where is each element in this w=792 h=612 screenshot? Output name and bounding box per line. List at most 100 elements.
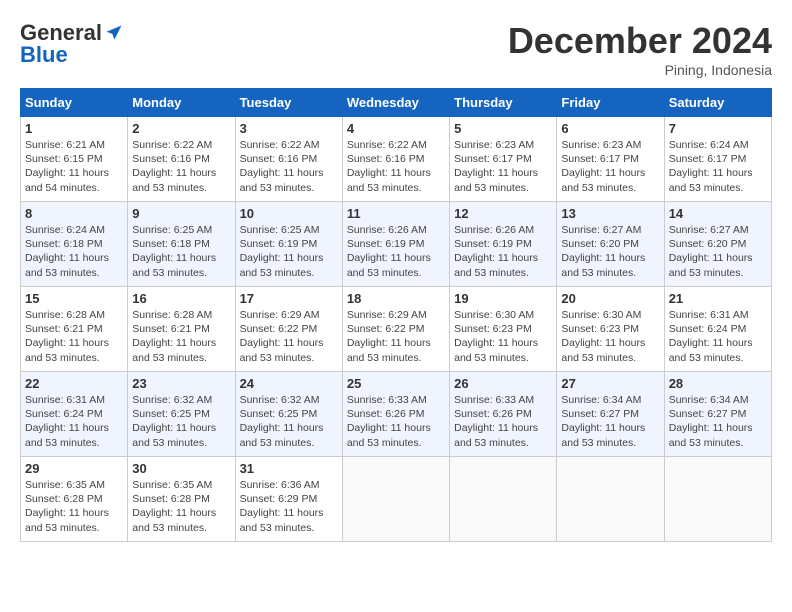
calendar-week-3: 15 Sunrise: 6:28 AMSunset: 6:21 PMDayligh… [21,287,772,372]
calendar-cell [664,457,771,542]
calendar-body: 1 Sunrise: 6:21 AMSunset: 6:15 PMDaylight… [21,117,772,542]
title-block: December 2024 Pining, Indonesia [508,20,772,78]
day-number: 1 [25,121,123,136]
day-detail: Sunrise: 6:28 AMSunset: 6:21 PMDaylight:… [25,308,123,365]
weekday-header-monday: Monday [128,89,235,117]
calendar-cell: 7 Sunrise: 6:24 AMSunset: 6:17 PMDaylight… [664,117,771,202]
day-number: 18 [347,291,445,306]
day-number: 17 [240,291,338,306]
day-number: 9 [132,206,230,221]
calendar-cell: 21 Sunrise: 6:31 AMSunset: 6:24 PMDayligh… [664,287,771,372]
day-detail: Sunrise: 6:22 AMSunset: 6:16 PMDaylight:… [240,138,338,195]
calendar-week-1: 1 Sunrise: 6:21 AMSunset: 6:15 PMDaylight… [21,117,772,202]
day-detail: Sunrise: 6:25 AMSunset: 6:18 PMDaylight:… [132,223,230,280]
calendar-week-5: 29 Sunrise: 6:35 AMSunset: 6:28 PMDayligh… [21,457,772,542]
day-detail: Sunrise: 6:31 AMSunset: 6:24 PMDaylight:… [669,308,767,365]
day-number: 20 [561,291,659,306]
calendar-cell: 25 Sunrise: 6:33 AMSunset: 6:26 PMDayligh… [342,372,449,457]
day-detail: Sunrise: 6:22 AMSunset: 6:16 PMDaylight:… [132,138,230,195]
weekday-header-wednesday: Wednesday [342,89,449,117]
calendar-cell: 4Sunrise: 6:22 AMSunset: 6:16 PMDaylight… [342,117,449,202]
day-number: 25 [347,376,445,391]
calendar-cell: 22Sunrise: 6:31 AMSunset: 6:24 PMDayligh… [21,372,128,457]
calendar-cell: 15 Sunrise: 6:28 AMSunset: 6:21 PMDayligh… [21,287,128,372]
day-detail: Sunrise: 6:36 AMSunset: 6:29 PMDaylight:… [240,478,338,535]
day-detail: Sunrise: 6:26 AMSunset: 6:19 PMDaylight:… [347,223,445,280]
day-detail: Sunrise: 6:26 AMSunset: 6:19 PMDaylight:… [454,223,552,280]
calendar-cell: 30 Sunrise: 6:35 AMSunset: 6:28 PMDayligh… [128,457,235,542]
weekday-header-thursday: Thursday [450,89,557,117]
day-number: 3 [240,121,338,136]
day-detail: Sunrise: 6:23 AMSunset: 6:17 PMDaylight:… [561,138,659,195]
day-detail: Sunrise: 6:32 AMSunset: 6:25 PMDaylight:… [132,393,230,450]
day-detail: Sunrise: 6:24 AMSunset: 6:17 PMDaylight:… [669,138,767,195]
day-detail: Sunrise: 6:23 AMSunset: 6:17 PMDaylight:… [454,138,552,195]
calendar-cell: 16Sunrise: 6:28 AMSunset: 6:21 PMDayligh… [128,287,235,372]
day-number: 7 [669,121,767,136]
day-number: 28 [669,376,767,391]
day-detail: Sunrise: 6:24 AMSunset: 6:18 PMDaylight:… [25,223,123,280]
day-number: 13 [561,206,659,221]
day-number: 30 [132,461,230,476]
logo-bird-icon [104,23,124,43]
day-number: 2 [132,121,230,136]
calendar-cell: 10 Sunrise: 6:25 AMSunset: 6:19 PMDayligh… [235,202,342,287]
day-detail: Sunrise: 6:29 AMSunset: 6:22 PMDaylight:… [347,308,445,365]
calendar-cell: 20Sunrise: 6:30 AMSunset: 6:23 PMDayligh… [557,287,664,372]
calendar-cell: 14 Sunrise: 6:27 AMSunset: 6:20 PMDayligh… [664,202,771,287]
weekday-header-friday: Friday [557,89,664,117]
day-number: 14 [669,206,767,221]
calendar-week-4: 22Sunrise: 6:31 AMSunset: 6:24 PMDayligh… [21,372,772,457]
calendar-cell: 19Sunrise: 6:30 AMSunset: 6:23 PMDayligh… [450,287,557,372]
day-number: 27 [561,376,659,391]
day-number: 15 [25,291,123,306]
calendar-cell: 29 Sunrise: 6:35 AMSunset: 6:28 PMDayligh… [21,457,128,542]
day-detail: Sunrise: 6:25 AMSunset: 6:19 PMDaylight:… [240,223,338,280]
calendar-cell: 1 Sunrise: 6:21 AMSunset: 6:15 PMDaylight… [21,117,128,202]
location: Pining, Indonesia [508,62,772,78]
day-detail: Sunrise: 6:35 AMSunset: 6:28 PMDaylight:… [25,478,123,535]
day-detail: Sunrise: 6:34 AMSunset: 6:27 PMDaylight:… [669,393,767,450]
day-number: 16 [132,291,230,306]
calendar-header-row: SundayMondayTuesdayWednesdayThursdayFrid… [21,89,772,117]
calendar-cell: 17 Sunrise: 6:29 AMSunset: 6:22 PMDayligh… [235,287,342,372]
calendar-cell: 2 Sunrise: 6:22 AMSunset: 6:16 PMDaylight… [128,117,235,202]
calendar-table: SundayMondayTuesdayWednesdayThursdayFrid… [20,88,772,542]
calendar-week-2: 8 Sunrise: 6:24 AMSunset: 6:18 PMDaylight… [21,202,772,287]
day-detail: Sunrise: 6:21 AMSunset: 6:15 PMDaylight:… [25,138,123,195]
calendar-cell: 23 Sunrise: 6:32 AMSunset: 6:25 PMDayligh… [128,372,235,457]
day-number: 10 [240,206,338,221]
day-number: 8 [25,206,123,221]
day-number: 23 [132,376,230,391]
day-detail: Sunrise: 6:31 AMSunset: 6:24 PMDaylight:… [25,393,123,450]
calendar-cell: 5Sunrise: 6:23 AMSunset: 6:17 PMDaylight… [450,117,557,202]
calendar-cell: 24Sunrise: 6:32 AMSunset: 6:25 PMDayligh… [235,372,342,457]
calendar-cell: 8 Sunrise: 6:24 AMSunset: 6:18 PMDaylight… [21,202,128,287]
calendar-cell: 3 Sunrise: 6:22 AMSunset: 6:16 PMDaylight… [235,117,342,202]
day-detail: Sunrise: 6:35 AMSunset: 6:28 PMDaylight:… [132,478,230,535]
page-header: General Blue December 2024 Pining, Indon… [20,20,772,78]
weekday-header-sunday: Sunday [21,89,128,117]
calendar-cell: 11Sunrise: 6:26 AMSunset: 6:19 PMDayligh… [342,202,449,287]
day-number: 12 [454,206,552,221]
day-detail: Sunrise: 6:27 AMSunset: 6:20 PMDaylight:… [561,223,659,280]
calendar-cell: 13 Sunrise: 6:27 AMSunset: 6:20 PMDayligh… [557,202,664,287]
day-detail: Sunrise: 6:29 AMSunset: 6:22 PMDaylight:… [240,308,338,365]
month-title: December 2024 [508,20,772,62]
day-number: 29 [25,461,123,476]
day-number: 21 [669,291,767,306]
day-detail: Sunrise: 6:33 AMSunset: 6:26 PMDaylight:… [347,393,445,450]
calendar-cell: 26Sunrise: 6:33 AMSunset: 6:26 PMDayligh… [450,372,557,457]
day-detail: Sunrise: 6:30 AMSunset: 6:23 PMDaylight:… [454,308,552,365]
day-detail: Sunrise: 6:27 AMSunset: 6:20 PMDaylight:… [669,223,767,280]
calendar-cell: 18 Sunrise: 6:29 AMSunset: 6:22 PMDayligh… [342,287,449,372]
calendar-cell: 6 Sunrise: 6:23 AMSunset: 6:17 PMDaylight… [557,117,664,202]
weekday-header-saturday: Saturday [664,89,771,117]
day-number: 24 [240,376,338,391]
calendar-cell [557,457,664,542]
day-number: 31 [240,461,338,476]
day-number: 6 [561,121,659,136]
logo: General Blue [20,20,124,68]
calendar-cell: 27Sunrise: 6:34 AMSunset: 6:27 PMDayligh… [557,372,664,457]
calendar-cell: 9 Sunrise: 6:25 AMSunset: 6:18 PMDaylight… [128,202,235,287]
